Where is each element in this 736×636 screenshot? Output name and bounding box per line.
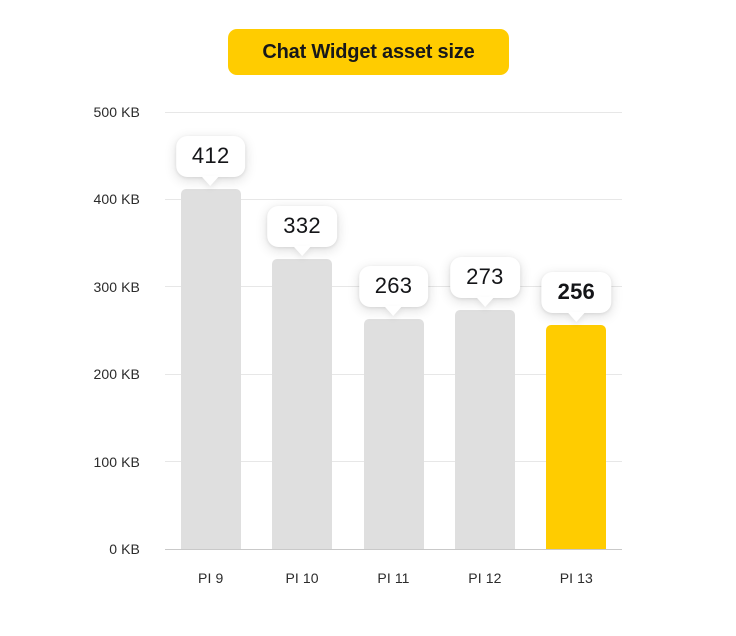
y-axis-tick-label: 400 KB [93, 191, 140, 208]
bar-pi-12[interactable] [454, 310, 515, 549]
value-label-pi-11: 263 [358, 266, 429, 317]
value-label-pi-13: 256 [541, 272, 611, 323]
bar-pi-13[interactable] [546, 325, 607, 549]
bar-pi-9[interactable] [180, 188, 241, 549]
value-label-text: 412 [191, 142, 230, 168]
value-label-text: 263 [374, 273, 413, 299]
tooltip-pointer-icon [384, 306, 403, 317]
value-label-pi-10: 332 [267, 205, 337, 256]
tooltip-pointer-icon [293, 245, 312, 256]
y-axis-tick-label: 300 KB [93, 278, 140, 295]
bar-chart-figure: Chat Widget asset size 500 KB 400 KB 300 K… [0, 0, 736, 636]
x-axis-tick-label: PI 13 [559, 570, 593, 586]
y-axis-tick-label: 500 KB [93, 104, 140, 120]
bar-pi-11[interactable] [363, 319, 424, 549]
tooltip-pointer-icon [475, 297, 494, 308]
y-axis-tick-label: 200 KB [93, 366, 140, 383]
plot-area: 500 KB 400 KB 300 KB 200 KB 100 KB 0 KB 412 33… [0, 0, 736, 636]
y-axis-tick-label: 0 KB [109, 541, 140, 557]
x-axis-tick-label: PI 9 [198, 570, 224, 586]
tooltip-pointer-icon [567, 312, 586, 323]
x-axis-tick-label: PI 12 [468, 570, 502, 586]
bar-pi-10[interactable] [272, 258, 333, 549]
value-label-text: 273 [466, 264, 504, 290]
tooltip-pointer-icon [201, 175, 220, 186]
x-axis-tick-label: PI 11 [377, 570, 410, 586]
value-label-pi-9: 412 [175, 135, 246, 186]
value-label-text: 332 [283, 212, 321, 238]
x-axis-tick-label: PI 10 [285, 570, 319, 586]
value-label-pi-12: 273 [450, 257, 520, 308]
gridline [165, 111, 622, 113]
y-axis-tick-label: 100 KB [93, 453, 140, 470]
value-label-text: 256 [557, 279, 595, 305]
